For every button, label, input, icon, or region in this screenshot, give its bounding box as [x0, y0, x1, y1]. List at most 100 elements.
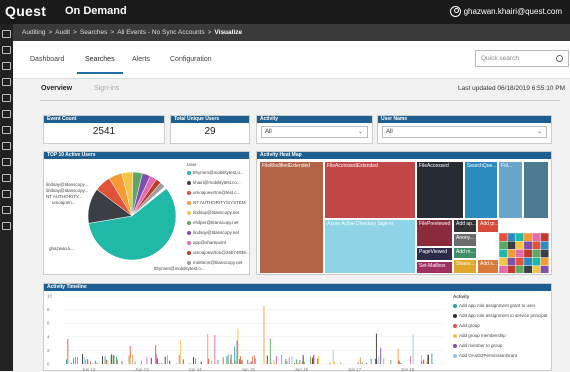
activity-select[interactable]: All ⌄: [261, 126, 368, 138]
timeline-bar[interactable]: [423, 360, 424, 364]
timeline-bar[interactable]: [84, 357, 85, 364]
timeline-bar[interactable]: [102, 356, 103, 364]
timeline-bar[interactable]: [157, 358, 158, 364]
timeline-bar[interactable]: [366, 363, 367, 364]
timeline-bar[interactable]: [267, 361, 268, 364]
timeline-bar[interactable]: [314, 355, 315, 364]
tab-dashboard[interactable]: Dashboard: [30, 56, 64, 63]
pie-legend-item[interactable]: app@sharepoint: [187, 240, 226, 245]
timeline-bar[interactable]: [276, 356, 277, 364]
heat-tile[interactable]: Add s...: [477, 259, 499, 274]
heat-small-tile[interactable]: [541, 241, 549, 249]
timeline-bar[interactable]: [190, 363, 191, 364]
timeline-bar[interactable]: [317, 358, 318, 364]
heat-small-tile[interactable]: [524, 233, 532, 241]
pie-legend-item[interactable]: lindsay@titanscopy.net: [187, 210, 239, 215]
crumb-audit[interactable]: Audit: [55, 29, 70, 36]
heat-tile[interactable]: FileAccessedExtended: [324, 161, 416, 219]
timeline-bar[interactable]: [223, 357, 224, 364]
pie-legend-item[interactable]: khairi@mobilitytest.co...: [187, 180, 241, 185]
timeline-bar[interactable]: [398, 362, 399, 364]
heat-small-tile[interactable]: [541, 249, 549, 257]
timeline-bar[interactable]: [114, 355, 115, 364]
timeline-bar[interactable]: [251, 361, 252, 364]
timeline-bar[interactable]: [180, 340, 181, 364]
timeline-bar[interactable]: [304, 362, 305, 364]
timeline-bar[interactable]: [413, 334, 414, 364]
timeline-bar[interactable]: [106, 360, 107, 364]
list-icon[interactable]: [2, 78, 11, 86]
timeline-bar[interactable]: [302, 361, 303, 364]
timeline-bar[interactable]: [156, 354, 157, 364]
timeline-bar[interactable]: [183, 359, 184, 364]
tab-alerts[interactable]: Alerts: [132, 56, 150, 63]
heat-tile[interactable]: Add m...: [453, 247, 477, 259]
timeline-bar[interactable]: [95, 361, 96, 364]
timeline-bar[interactable]: [82, 354, 83, 364]
heat-tile[interactable]: Add ap...: [453, 219, 477, 233]
timeline-bar[interactable]: [111, 356, 112, 364]
timeline-bar[interactable]: [214, 335, 215, 364]
timeline-bar[interactable]: [146, 357, 147, 364]
heat-small-tile[interactable]: [516, 233, 524, 241]
timeline-bar[interactable]: [264, 360, 265, 364]
timeline-bar[interactable]: [340, 362, 341, 364]
timeline-bar[interactable]: [333, 350, 334, 364]
timeline-bar[interactable]: [132, 355, 133, 364]
timeline-bar[interactable]: [228, 354, 229, 364]
timeline-bar[interactable]: [85, 361, 86, 364]
timeline-bar[interactable]: [431, 353, 432, 364]
heat-tile[interactable]: SearchQue...: [464, 161, 498, 219]
gear-icon[interactable]: [2, 222, 11, 230]
heat-tile[interactable]: FileAccessed: [416, 161, 464, 219]
timeline-bar[interactable]: [312, 357, 313, 364]
heat-small-tile[interactable]: [524, 241, 532, 249]
heat-small-tile[interactable]: [516, 249, 524, 257]
timeline-bar[interactable]: [249, 363, 250, 364]
timeline-bar[interactable]: [292, 356, 293, 364]
heat-tile[interactable]: Azure Active Directory Sign-in: [324, 219, 416, 274]
heat-small-tile[interactable]: [532, 233, 540, 241]
timeline-bar[interactable]: [92, 363, 93, 364]
heat-small-tile[interactable]: [524, 249, 532, 257]
heat-small-tile[interactable]: [516, 266, 524, 273]
timeline-bar[interactable]: [234, 346, 235, 364]
timeline-bar[interactable]: [289, 357, 290, 364]
timeline-bar[interactable]: [400, 363, 401, 364]
timeline-bar[interactable]: [286, 361, 287, 364]
heat-small-tile[interactable]: [541, 258, 549, 266]
pie-legend-item[interactable]: tthymen@mobilitytest.o...: [187, 170, 244, 175]
arrow-icon[interactable]: [2, 126, 11, 134]
heat-small-tiles[interactable]: [499, 233, 549, 273]
timeline-bar[interactable]: [380, 348, 381, 364]
timeline-bar[interactable]: [116, 357, 117, 364]
timeline-bar[interactable]: [189, 363, 190, 364]
timeline-bar[interactable]: [161, 363, 162, 364]
timeline-bar[interactable]: [264, 306, 265, 364]
crumb-search-name[interactable]: All Events - No Sync Accounts: [117, 29, 204, 36]
timeline-bar[interactable]: [87, 359, 88, 364]
user-name-select[interactable]: All ⌄: [382, 126, 547, 138]
heat-tile[interactable]: PageViewed: [416, 247, 453, 261]
timeline-bar[interactable]: [358, 362, 359, 364]
clock-icon[interactable]: [2, 94, 11, 102]
timeline-bar[interactable]: [410, 356, 411, 364]
timeline-bar[interactable]: [318, 356, 319, 364]
timeline-bar[interactable]: [198, 363, 199, 364]
timeline-bar[interactable]: [390, 360, 391, 364]
crumb-auditing[interactable]: Auditing: [22, 29, 46, 36]
timeline-bar[interactable]: [141, 361, 142, 364]
pie-legend-item[interactable]: lindsay@titanscopy.net: [187, 230, 239, 235]
timeline-bar[interactable]: [211, 361, 212, 364]
quest-logo[interactable]: Quest: [5, 3, 46, 19]
timeline-bar[interactable]: [77, 357, 78, 364]
heat-small-tile[interactable]: [532, 258, 540, 266]
heat-small-tile[interactable]: [507, 266, 515, 273]
timeline-bar[interactable]: [122, 361, 123, 364]
timeline-bar[interactable]: [165, 357, 166, 364]
timeline-bar[interactable]: [217, 360, 218, 364]
timeline-bar[interactable]: [179, 355, 180, 364]
quick-search-input[interactable]: Quick search: [475, 50, 569, 67]
timeline-bar[interactable]: [159, 363, 160, 364]
timeline-bar[interactable]: [105, 356, 106, 364]
